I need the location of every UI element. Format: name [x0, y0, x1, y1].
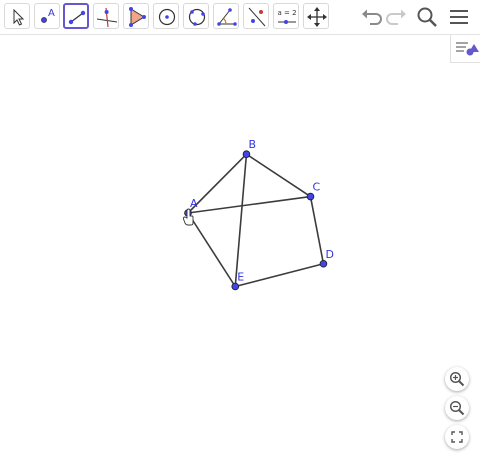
reflect-line-icon [248, 7, 266, 27]
point-B[interactable] [242, 150, 251, 158]
redo-button[interactable] [384, 4, 410, 30]
graphics-view[interactable]: A B C D E [0, 35, 480, 460]
toolbar: A a = 2 [0, 0, 480, 35]
tool-move[interactable] [4, 3, 30, 29]
segment-BC[interactable] [246, 153, 311, 198]
menu-button[interactable] [446, 4, 472, 30]
search-button[interactable] [414, 4, 440, 30]
tool-circle-through-points[interactable] [183, 3, 209, 29]
fullscreen-icon [451, 431, 463, 443]
search-icon [417, 7, 437, 27]
segment-icon [68, 10, 86, 25]
cursor-arrow-icon [13, 8, 25, 26]
tool-perpendicular-line[interactable] [93, 3, 119, 29]
tool-reflect-about-line[interactable] [243, 3, 269, 29]
point-label-E: E [237, 271, 244, 284]
tool-circle-with-center[interactable] [153, 3, 179, 29]
tool-polygon[interactable] [123, 3, 149, 29]
point-E[interactable] [231, 282, 240, 291]
slider-icon: a = 2 [277, 9, 297, 24]
zoom-in-button[interactable] [445, 367, 469, 391]
tool-angle[interactable] [213, 3, 239, 29]
zoom-out-button[interactable] [445, 396, 469, 420]
point-label-B: B [248, 138, 256, 151]
undo-button[interactable] [358, 4, 384, 30]
point-icon: A [41, 8, 55, 23]
segment-EA[interactable] [187, 212, 236, 287]
circle-points-icon [188, 8, 206, 26]
point-label-D: D [325, 248, 333, 261]
redo-icon [386, 9, 406, 25]
circle-center-icon [158, 8, 176, 26]
segment-CD[interactable] [309, 196, 325, 264]
point-D[interactable] [319, 259, 328, 268]
zoom-out-icon [449, 400, 465, 416]
tool-slider[interactable]: a = 2 [273, 3, 299, 29]
tool-point[interactable]: A [34, 3, 60, 29]
polygon-icon [129, 7, 146, 27]
point-tool-glyph: A [48, 8, 55, 19]
tool-move-graphics-view[interactable] [303, 3, 329, 29]
segment-BE[interactable] [234, 154, 248, 287]
construction-canvas[interactable]: A B C D E [0, 35, 480, 460]
menu-icon [450, 10, 468, 24]
fullscreen-button[interactable] [445, 425, 469, 449]
move-cross-icon [307, 7, 327, 27]
undo-icon [362, 9, 382, 25]
perpendicular-line-icon [96, 7, 118, 28]
segment-AC[interactable] [187, 195, 311, 214]
zoom-in-icon [449, 371, 465, 387]
point-label-A: A [190, 197, 198, 210]
point-C[interactable] [306, 192, 315, 201]
angle-icon [217, 8, 237, 26]
segment-DE[interactable] [235, 262, 324, 288]
point-label-C: C [313, 181, 321, 194]
tool-segment[interactable] [63, 3, 89, 29]
slider-tool-glyph: a = 2 [277, 9, 296, 17]
